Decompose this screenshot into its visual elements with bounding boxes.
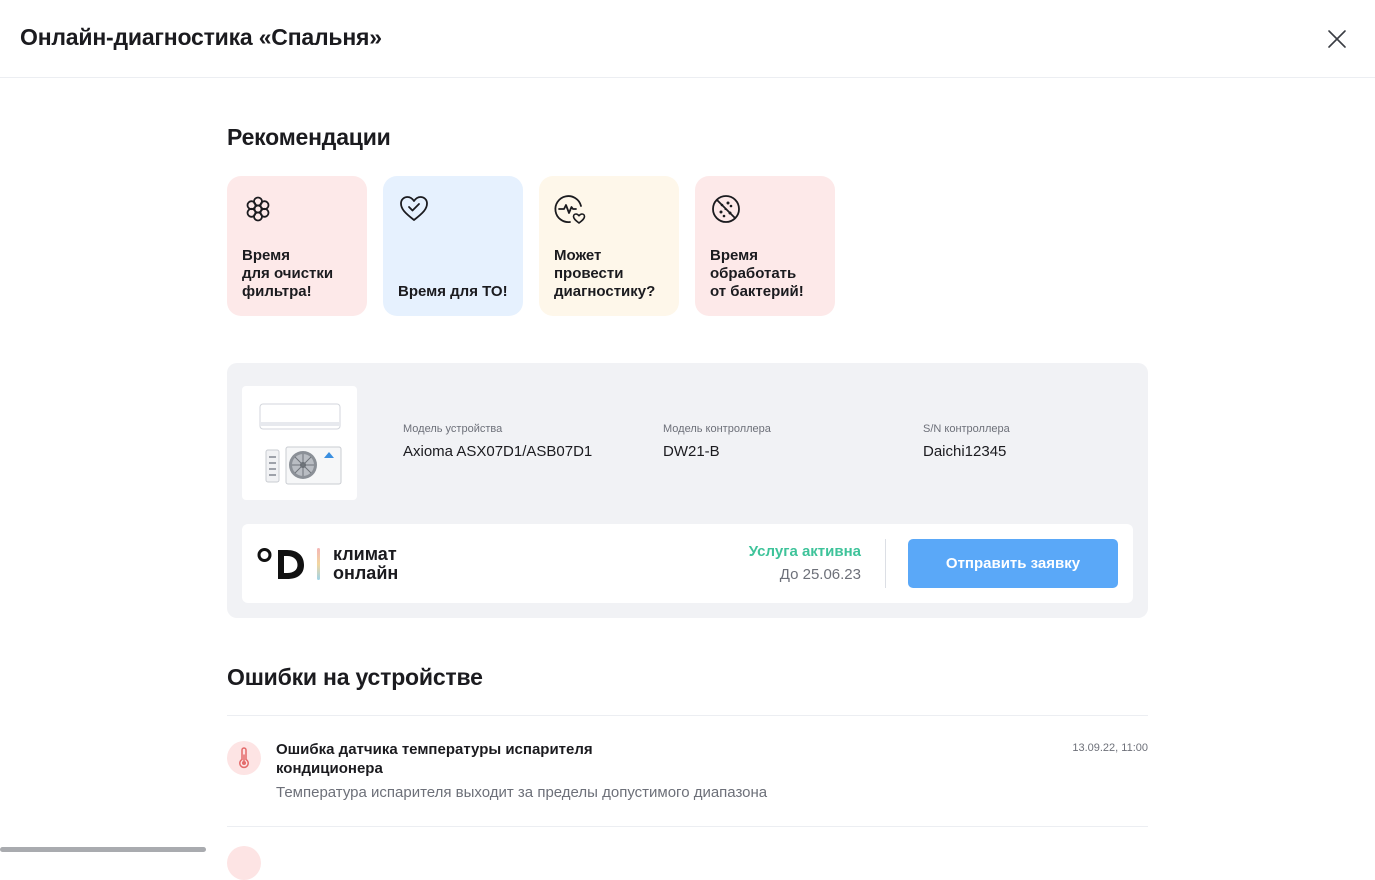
device-panel: Модель устройства Axioma ASX07D1/ASB07D1… [227,363,1148,618]
spec-label: Модель устройства [403,423,503,435]
rec-card-diagnostics[interactable]: Может провести диагностику? [539,176,679,316]
recommendations-list: Время для очистки фильтра! Время для ТО!… [227,176,835,316]
filter-flower-icon [246,196,270,222]
rec-card-maintenance[interactable]: Время для ТО! [383,176,523,316]
device-image [242,386,357,500]
recommendations-title: Рекомендации [227,124,391,150]
rec-card-text: Время для ТО! [398,283,508,300]
close-button[interactable] [1322,24,1352,54]
error-icon-badge [227,741,261,775]
thermometer-icon [239,747,249,769]
service-status: Услуга активна [748,543,861,560]
spec-device-model: Модель устройства Axioma ASX07D1/ASB07D1 [403,423,592,460]
divider [227,715,1148,716]
error-timestamp: 13.09.22, 11:00 [1072,742,1148,754]
page-title: Онлайн-диагностика «Спальня» [20,24,382,50]
air-conditioner-image [259,403,342,485]
modal-header: Онлайн-диагностика «Спальня» [0,0,1375,78]
rec-card-text: Время обработать от бактерий! [710,247,804,300]
errors-title: Ошибки на устройстве [227,664,483,690]
rec-card-text: Время для очистки фильтра! [242,247,334,300]
rec-card-filter[interactable]: Время для очистки фильтра! [227,176,367,316]
rec-card-bacteria[interactable]: Время обработать от бактерий! [695,176,835,316]
brand-name: климат онлайн [333,544,399,583]
close-icon [1328,30,1346,48]
error-description: Температура испарителя выходит за предел… [276,784,768,801]
spec-value: Axioma ASX07D1/ASB07D1 [403,443,593,460]
spec-label: S/N контроллера [923,423,1010,435]
spec-controller-model: Модель контроллера DW21-B [663,423,771,460]
heart-check-icon [400,196,428,221]
horizontal-scrollbar[interactable] [0,847,206,852]
pulse-heart-icon [554,195,586,224]
service-until-date: До 25.06.23 [779,566,861,583]
divider [227,826,1148,827]
error-icon-badge [227,846,261,880]
spec-label: Модель контроллера [663,423,771,435]
spec-value: DW21-B [663,443,720,460]
divider [885,539,886,588]
spec-controller-sn: S/N контроллера Daichi12345 [923,423,1010,460]
service-box: климат онлайн Услуга активна До 25.06.23… [242,524,1133,603]
rec-card-text: Может провести диагностику? [554,247,656,300]
submit-request-button[interactable]: Отправить заявку [908,539,1118,588]
error-title: Ошибка датчика температуры испарителя ко… [276,741,593,777]
bacteria-icon [712,195,740,223]
klimat-online-logo [257,548,320,580]
spec-value: Daichi12345 [923,443,1007,460]
